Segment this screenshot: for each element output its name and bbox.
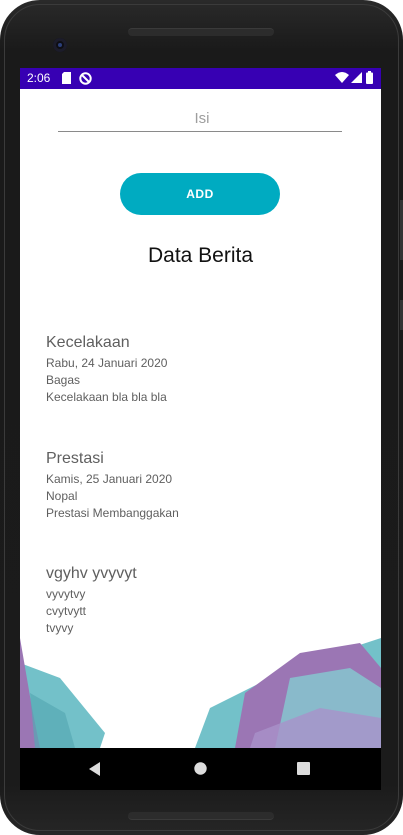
add-button[interactable]: ADD [120, 173, 280, 215]
list-item[interactable]: Kecelakaan Rabu, 24 Januari 2020 Bagas K… [46, 334, 346, 406]
list-item[interactable]: Prestasi Kamis, 25 Januari 2020 Nopal Pr… [46, 450, 346, 522]
back-icon[interactable] [88, 761, 102, 777]
signal-icon [351, 72, 362, 83]
bottom-speaker [128, 812, 274, 820]
news-content: tvyvy [46, 621, 74, 635]
isi-input[interactable] [58, 105, 346, 131]
news-date: Kamis, 25 Januari 2020 [46, 472, 173, 486]
news-content: Kecelakaan bla bla bla [46, 390, 167, 404]
news-author: Nopal [46, 489, 78, 503]
section-title: Data Berita [147, 244, 254, 267]
news-date: Rabu, 24 Januari 2020 [46, 356, 168, 370]
screen: 2:06 ADD Data Berita [20, 68, 381, 790]
news-author: Bagas [46, 373, 81, 387]
phone-frame: 2:06 ADD Data Berita [0, 0, 403, 835]
do-not-disturb-icon [79, 72, 92, 85]
news-content: Prestasi Membanggakan [46, 506, 179, 520]
wifi-icon [335, 72, 349, 83]
recent-apps-icon[interactable] [297, 762, 310, 775]
list-item[interactable]: vgyhv yvyvyt vyvytvy cvytvytt tvyvy [46, 565, 346, 637]
news-title: Prestasi [46, 450, 104, 467]
status-bar: 2:06 [20, 68, 381, 89]
sd-card-icon [62, 72, 71, 84]
isi-field-container [58, 105, 346, 132]
news-title: vgyhv yvyvyt [46, 565, 137, 582]
background-decoration [20, 638, 381, 748]
front-camera [53, 38, 67, 52]
news-title: Kecelakaan [46, 334, 130, 351]
earpiece-speaker [128, 28, 274, 36]
home-icon[interactable] [194, 762, 207, 775]
main-content: ADD Data Berita Kecelakaan Rabu, 24 Janu… [20, 89, 381, 748]
navigation-bar [20, 748, 381, 790]
status-time: 2:06 [27, 71, 51, 85]
news-author: cvytvytt [46, 604, 87, 618]
news-date: vyvytvy [46, 587, 86, 601]
battery-icon [366, 71, 373, 84]
